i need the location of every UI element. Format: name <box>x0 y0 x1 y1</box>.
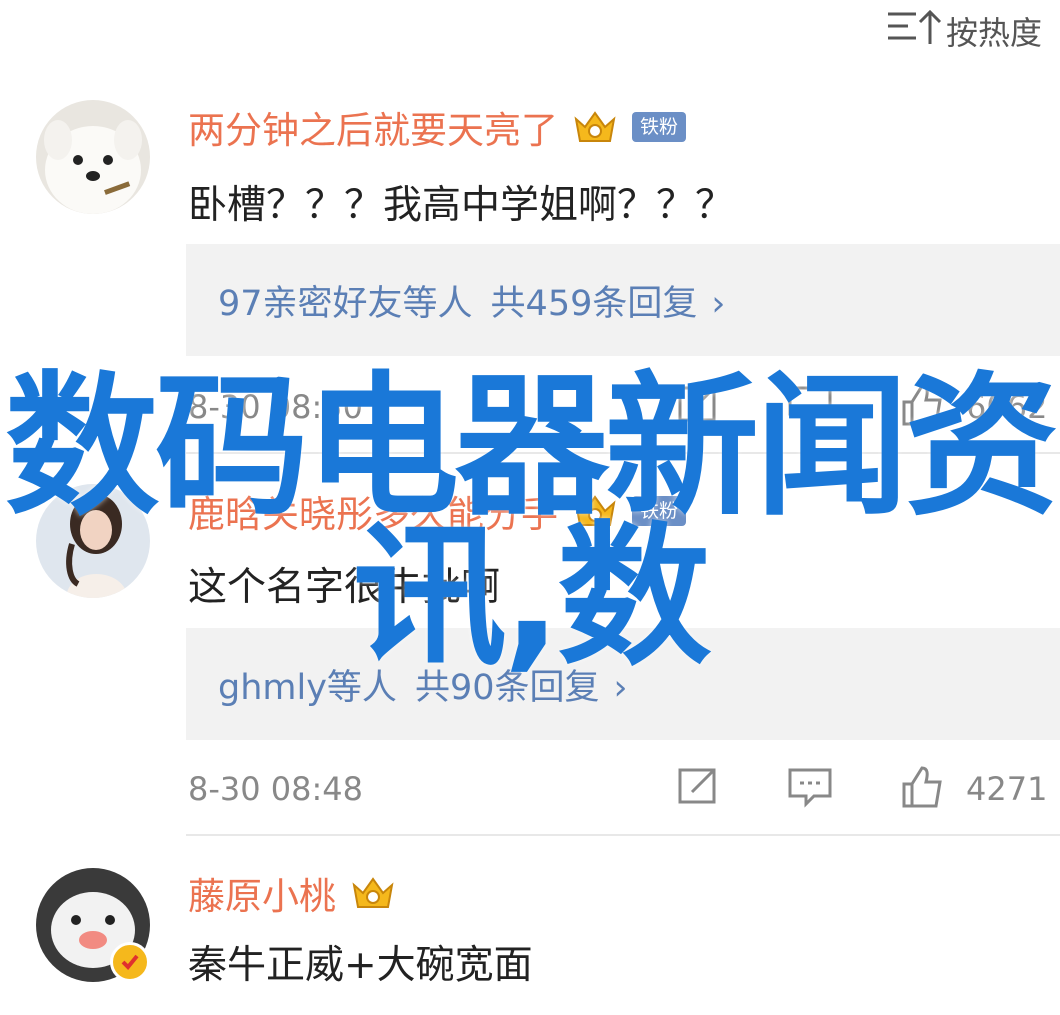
username[interactable]: 两分钟之后就要天亮了 <box>188 100 558 154</box>
crown-icon <box>572 109 618 145</box>
forward-icon[interactable] <box>674 762 722 810</box>
username[interactable]: 藤原小桃 <box>188 866 336 920</box>
reply-users[interactable]: 97亲密好友等人 <box>218 284 473 324</box>
sort-label: 按热度 <box>945 14 1042 52</box>
avatar[interactable] <box>36 100 150 214</box>
sort-by-hot-button[interactable]: 按热度 <box>886 6 1042 56</box>
verified-badge-icon <box>110 942 150 982</box>
like-count: 4271 <box>966 770 1048 808</box>
replies-box[interactable]: 97亲密好友等人 共459条回复 › <box>186 244 1060 356</box>
overlay-line-2: 讯,数 <box>352 508 712 687</box>
timestamp: 8-30 08:48 <box>188 770 364 808</box>
fan-badge: 铁粉 <box>632 112 687 142</box>
like-icon[interactable] <box>898 762 946 810</box>
crown-icon <box>350 875 396 911</box>
divider <box>186 834 1060 836</box>
comment-text: 秦牛正威+大碗宽面 <box>188 943 533 988</box>
comment-icon[interactable] <box>786 762 834 810</box>
overlay-line-1: 数码电器新闻资 <box>4 358 1059 537</box>
reply-count[interactable]: 共459条回复 <box>491 284 698 324</box>
chevron-right-icon: › <box>711 283 726 324</box>
comment-text: 卧槽？？？我高中学姐啊？？？ <box>188 183 735 228</box>
sort-icon <box>886 6 942 56</box>
overlay-headline: 数码电器新闻资 讯,数 <box>0 368 1060 678</box>
